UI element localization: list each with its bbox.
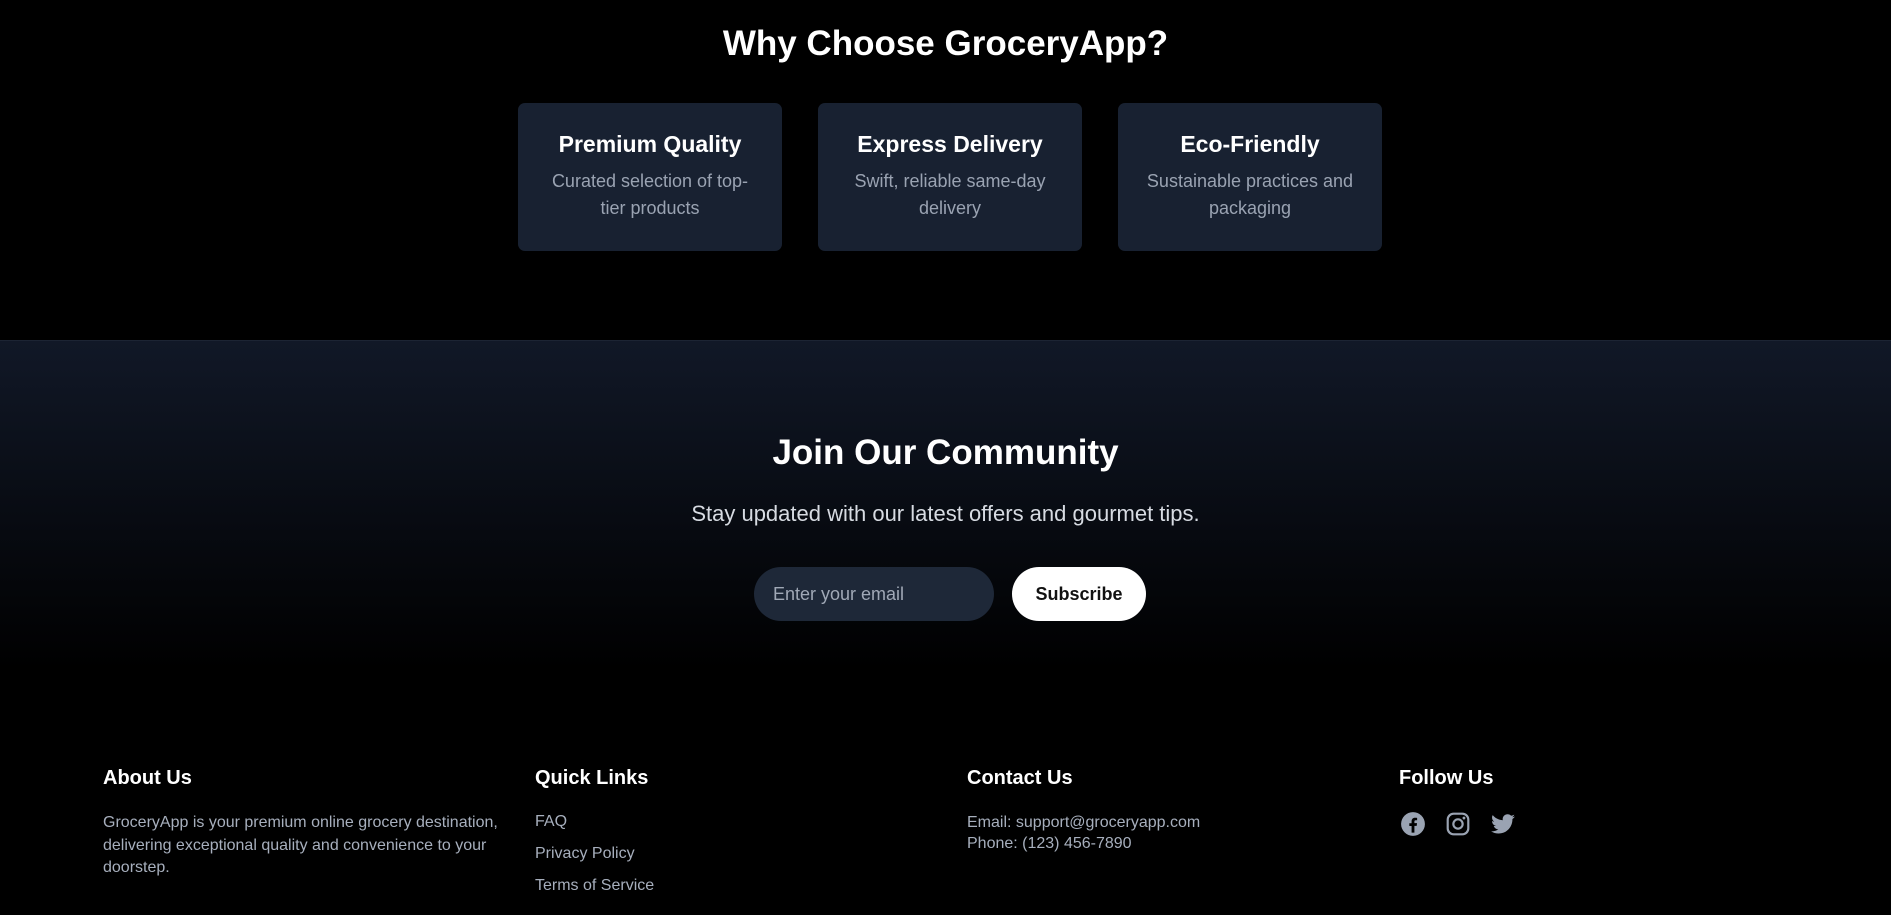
footer: About Us GroceryApp is your premium onli… bbox=[0, 670, 1891, 915]
about-heading: About Us bbox=[103, 767, 192, 789]
feature-title: Express Delivery bbox=[857, 131, 1043, 157]
link-faq[interactable]: FAQ bbox=[535, 812, 654, 832]
link-privacy-policy[interactable]: Privacy Policy bbox=[535, 844, 654, 864]
why-choose-section: Why Choose GroceryApp? Premium Quality C… bbox=[0, 0, 1891, 340]
about-text: GroceryApp is your premium online grocer… bbox=[103, 814, 498, 876]
community-section: Join Our Community Stay updated with our… bbox=[0, 340, 1891, 670]
instagram-icon[interactable] bbox=[1444, 810, 1472, 838]
footer-follow: Follow Us bbox=[1399, 767, 1517, 838]
contact-heading: Contact Us bbox=[967, 767, 1073, 789]
feature-card-express-delivery: Express Delivery Swift, reliable same-da… bbox=[818, 103, 1082, 251]
feature-description: Curated selection of top-tier products bbox=[551, 171, 749, 218]
community-subtitle: Stay updated with our latest offers and … bbox=[691, 501, 1200, 526]
follow-heading: Follow Us bbox=[1399, 767, 1494, 789]
community-title: Join Our Community bbox=[772, 433, 1119, 472]
feature-title: Eco-Friendly bbox=[1180, 131, 1320, 157]
footer-quick-links: Quick Links FAQ Privacy Policy Terms of … bbox=[535, 767, 654, 908]
social-links bbox=[1399, 810, 1517, 838]
newsletter-form: Subscribe bbox=[754, 567, 1146, 621]
subscribe-button[interactable]: Subscribe bbox=[1012, 567, 1146, 621]
quick-links-list: FAQ Privacy Policy Terms of Service bbox=[535, 812, 654, 896]
why-choose-title: Why Choose GroceryApp? bbox=[722, 24, 1169, 63]
twitter-icon[interactable] bbox=[1489, 810, 1517, 838]
link-terms-of-service[interactable]: Terms of Service bbox=[535, 876, 654, 896]
footer-about: About Us GroceryApp is your premium onli… bbox=[103, 767, 503, 880]
email-input[interactable] bbox=[754, 567, 994, 621]
quick-links-heading: Quick Links bbox=[535, 767, 649, 789]
feature-card-eco-friendly: Eco-Friendly Sustainable practices and p… bbox=[1118, 103, 1382, 251]
facebook-icon[interactable] bbox=[1399, 810, 1427, 838]
feature-description: Sustainable practices and packaging bbox=[1146, 171, 1354, 218]
contact-phone: Phone: (123) 456-7890 bbox=[967, 835, 1132, 852]
footer-contact: Contact Us Email: support@groceryapp.com… bbox=[967, 767, 1200, 854]
feature-cards: Premium Quality Curated selection of top… bbox=[518, 103, 1382, 251]
feature-title: Premium Quality bbox=[558, 131, 742, 157]
feature-card-premium-quality: Premium Quality Curated selection of top… bbox=[518, 103, 782, 251]
contact-email: Email: support@groceryapp.com bbox=[967, 814, 1201, 831]
feature-description: Swift, reliable same-day delivery bbox=[854, 171, 1046, 218]
